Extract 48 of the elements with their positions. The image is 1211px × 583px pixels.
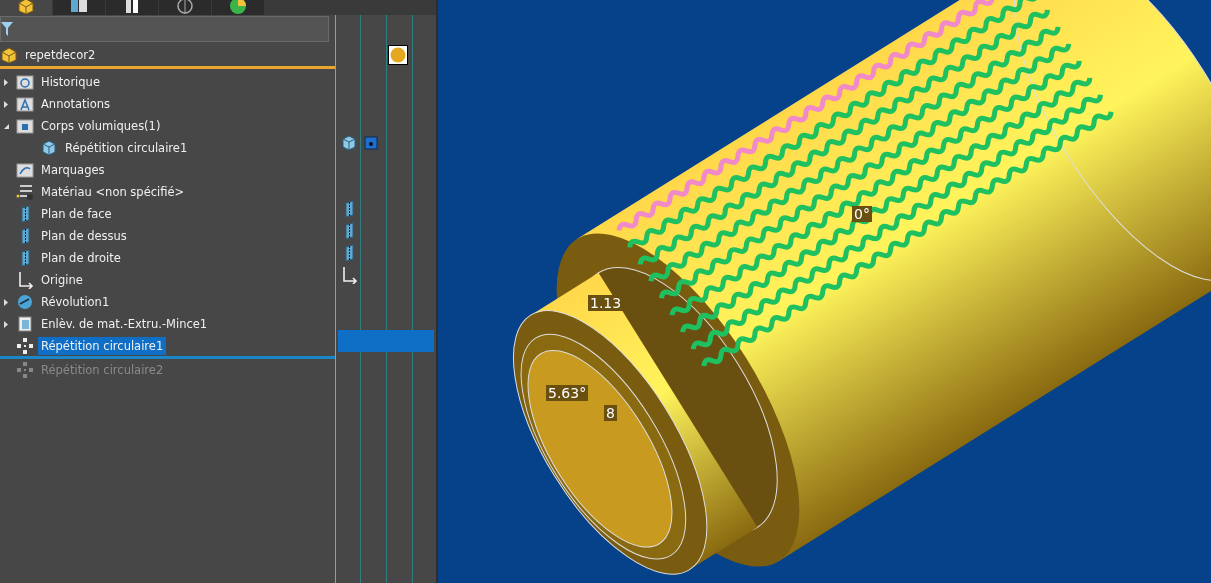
annotation-folder-icon <box>16 95 34 113</box>
panel-tab[interactable] <box>212 0 264 15</box>
filter-icon <box>1 22 13 36</box>
tree-item[interactable]: repetdecor2 <box>22 46 99 64</box>
tree-item[interactable]: Corps volumiques(1) <box>38 117 164 135</box>
part-icon <box>17 0 35 15</box>
expanded-arrow-icon[interactable] <box>2 122 10 130</box>
dimension-icon <box>176 0 194 15</box>
dimension-label[interactable]: 0° <box>852 206 872 222</box>
tree-item[interactable]: Répétition circulaire1 <box>38 337 167 355</box>
part-icon <box>0 46 18 64</box>
collapsed-arrow-icon[interactable] <box>2 298 10 306</box>
tree-item[interactable]: Enlèv. de mat.-Extru.-Mince1 <box>38 315 211 333</box>
dimension-label[interactable]: 8 <box>604 405 617 421</box>
cube-icon <box>340 134 358 152</box>
filter-field[interactable] <box>0 16 329 42</box>
tree-item[interactable]: Plan de droite <box>38 249 124 267</box>
tree-item[interactable]: Répétition circulaire1 <box>62 139 191 157</box>
appearance-sphere-icon <box>388 45 408 65</box>
cube-icon <box>40 139 58 157</box>
tree-item[interactable]: Matériau <non spécifié> <box>38 183 188 201</box>
pie-icon <box>229 0 247 15</box>
tree-item[interactable]: Révolution1 <box>38 293 113 311</box>
tree-item[interactable]: Plan de face <box>38 205 115 223</box>
panel-tab[interactable] <box>53 0 105 15</box>
collapsed-arrow-icon[interactable] <box>2 78 10 86</box>
folder-icon <box>16 117 34 135</box>
axes-icon <box>16 271 34 289</box>
configuration-icon <box>123 0 141 15</box>
revolve-icon <box>16 293 34 311</box>
dimension-label[interactable]: 5.63° <box>546 385 589 401</box>
property-icon <box>70 0 88 15</box>
body-visibility-icon <box>364 135 378 151</box>
circular-pattern-icon <box>16 337 34 355</box>
panel-tab[interactable] <box>159 0 211 15</box>
tree-item[interactable]: Plan de dessus <box>38 227 130 245</box>
material-list-icon <box>16 183 34 201</box>
collapsed-arrow-icon[interactable] <box>2 320 10 328</box>
tree-item[interactable]: Annotations <box>38 95 114 113</box>
tree-item[interactable]: Historique <box>38 73 103 91</box>
collapsed-arrow-icon[interactable] <box>2 100 10 108</box>
tree-item[interactable]: Origine <box>38 271 86 289</box>
axes-icon <box>340 266 358 284</box>
panel-tab[interactable] <box>106 0 158 15</box>
tree-item[interactable]: Marquages <box>38 161 108 179</box>
dimension-label[interactable]: 1.13 <box>588 295 624 311</box>
circular-pattern-icon <box>16 361 34 379</box>
cut-extrude-icon <box>16 315 34 333</box>
